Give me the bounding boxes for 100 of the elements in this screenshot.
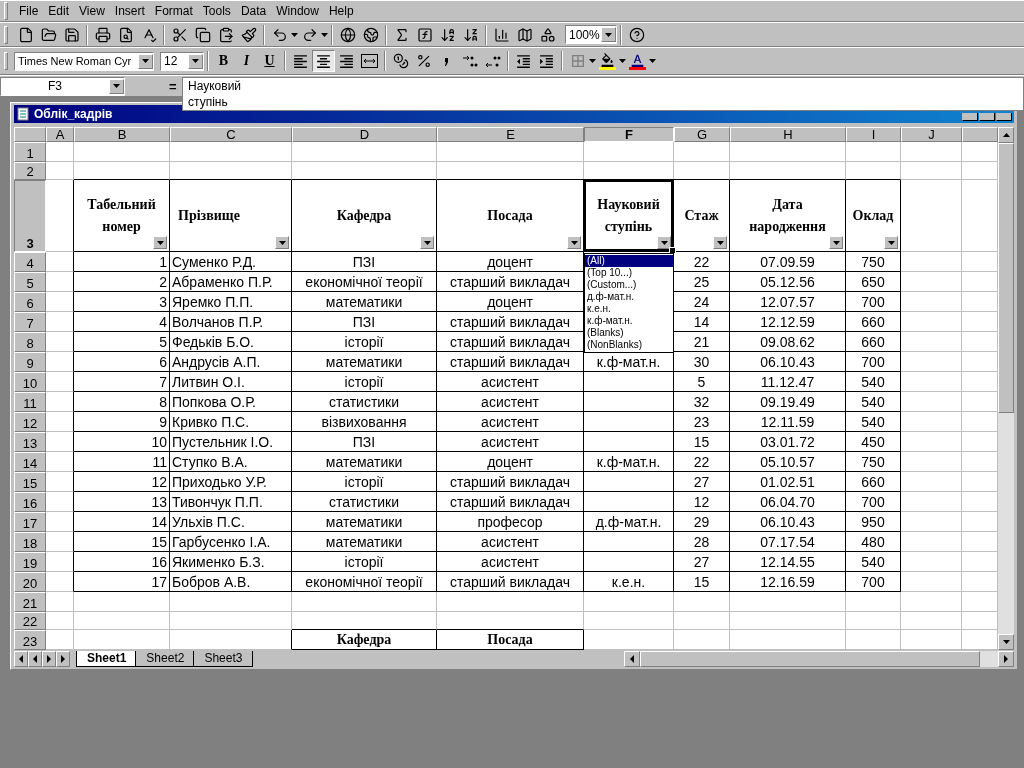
column-title: Стаж — [683, 206, 720, 225]
row-header[interactable]: 8 — [14, 332, 46, 352]
row-header[interactable]: 16 — [14, 492, 46, 512]
menu-item[interactable]: Help — [323, 2, 359, 20]
table-cell: Якименко Б.З. — [170, 552, 292, 572]
table-cell: 540 — [846, 412, 901, 432]
column-title: Оклад — [851, 206, 895, 225]
table-cell: візвиховання — [292, 412, 437, 432]
column-header[interactable]: E — [437, 127, 584, 142]
row-header[interactable]: 10 — [14, 372, 46, 392]
table-cell: 12.07.57 — [730, 292, 846, 312]
table-cell: 07.09.59 — [730, 252, 846, 272]
table-cell: Федьків Б.О. — [170, 332, 292, 352]
table-cell: д.ф-мат.н. — [584, 512, 674, 532]
row-header[interactable]: 5 — [14, 272, 46, 292]
formula-field[interactable]: Науковий ступінь — [182, 77, 1024, 111]
table-cell: асистент — [437, 412, 584, 432]
row-header[interactable]: 9 — [14, 352, 46, 372]
font-dropdown[interactable]: Times New Roman Cyr — [14, 51, 154, 71]
table-cell: математики — [292, 352, 437, 372]
menu-item[interactable]: Data — [235, 2, 272, 20]
table-cell: асистент — [437, 552, 584, 572]
row-header[interactable]: 3 — [14, 180, 46, 252]
table-cell: 450 — [846, 432, 901, 452]
header-cell[interactable]: Прізвище — [170, 180, 292, 252]
name-box[interactable]: F3 — [0, 76, 125, 96]
row-header[interactable]: 13 — [14, 432, 46, 452]
row-header[interactable]: 4 — [14, 252, 46, 272]
row-header[interactable]: 22 — [14, 612, 46, 630]
table-cell: 700 — [846, 292, 901, 312]
header-cell[interactable]: Табельний номер — [74, 180, 170, 252]
table-cell: математики — [292, 292, 437, 312]
font-size-dropdown[interactable]: 12 — [160, 51, 204, 71]
row-header[interactable]: 6 — [14, 292, 46, 312]
column-header[interactable]: C — [170, 127, 292, 142]
row-header[interactable]: 17 — [14, 512, 46, 532]
zoom-dropdown[interactable]: 100% — [565, 25, 617, 44]
bold-button[interactable]: B — [212, 50, 235, 72]
header-cell[interactable]: Стаж — [674, 180, 730, 252]
table-cell: 30 — [674, 352, 730, 372]
table-cell: статистики — [292, 392, 437, 412]
menu-item[interactable]: Window — [271, 2, 324, 20]
table-cell: 700 — [846, 572, 901, 592]
underline-button[interactable]: U — [258, 50, 281, 72]
table-cell: Яремко П.П. — [170, 292, 292, 312]
column-header[interactable]: A — [46, 127, 74, 142]
table-cell: 15 — [674, 572, 730, 592]
column-header[interactable]: J — [901, 127, 962, 142]
column-title: Посада — [486, 206, 534, 225]
sheet-tab[interactable]: Sheet3 — [193, 650, 254, 667]
header-cell[interactable]: Дата народження — [730, 180, 846, 252]
column-title: Кафедра — [335, 206, 393, 225]
table-cell: Кривко П.С. — [170, 412, 292, 432]
table-cell: 660 — [846, 312, 901, 332]
row-header[interactable]: 7 — [14, 312, 46, 332]
table-cell: статистики — [292, 492, 437, 512]
table-cell: 3 — [74, 292, 170, 312]
row-header[interactable]: 23 — [14, 630, 46, 650]
table-cell: асистент — [437, 372, 584, 392]
table-cell: Абраменко П.Р. — [170, 272, 292, 292]
table-cell: ПЗІ — [292, 432, 437, 452]
menu-item[interactable]: File — [14, 2, 44, 20]
table-cell: математики — [292, 512, 437, 532]
row-header[interactable]: 18 — [14, 532, 46, 552]
header-cell[interactable]: Посада — [437, 180, 584, 252]
row-header[interactable]: 2 — [14, 162, 46, 180]
table-cell: старший викладач — [437, 492, 584, 512]
table-cell: 700 — [846, 352, 901, 372]
table-cell: 4 — [74, 312, 170, 332]
column-header[interactable]: D — [292, 127, 437, 142]
menu-item[interactable]: Tools — [197, 2, 236, 20]
row-header[interactable]: 1 — [14, 142, 46, 162]
menu-item[interactable]: Insert — [109, 2, 150, 20]
dropdown-option[interactable]: (All) — [585, 255, 673, 267]
column-header[interactable]: G — [674, 127, 730, 142]
menu-item[interactable]: Edit — [43, 2, 75, 20]
table-cell: 01.02.51 — [730, 472, 846, 492]
italic-button[interactable]: I — [235, 50, 258, 72]
zoom-value: 100% — [569, 27, 600, 42]
table-cell: 03.01.72 — [730, 432, 846, 452]
column-header[interactable]: I — [846, 127, 901, 142]
row-header[interactable]: 20 — [14, 572, 46, 592]
row-header[interactable]: 11 — [14, 392, 46, 412]
column-header[interactable]: H — [730, 127, 846, 142]
row-header[interactable]: 15 — [14, 472, 46, 492]
row-header[interactable]: 19 — [14, 552, 46, 572]
menu-item[interactable]: View — [74, 2, 110, 20]
row-header[interactable]: 21 — [14, 592, 46, 612]
menu-item[interactable]: Format — [149, 2, 198, 20]
header-cell[interactable]: Оклад — [846, 180, 901, 252]
sheet-tab[interactable]: Sheet2 — [135, 650, 196, 667]
column-header[interactable]: B — [74, 127, 170, 142]
row-header[interactable]: 14 — [14, 452, 46, 472]
header-cell[interactable]: Кафедра — [292, 180, 437, 252]
table-cell: 540 — [846, 392, 901, 412]
column-header[interactable]: F — [584, 127, 674, 142]
column-title: Науковий ступінь — [596, 195, 661, 236]
sheet-tab[interactable]: Sheet1 — [76, 650, 138, 667]
table-cell: Попкова О.Р. — [170, 392, 292, 412]
row-header[interactable]: 12 — [14, 412, 46, 432]
